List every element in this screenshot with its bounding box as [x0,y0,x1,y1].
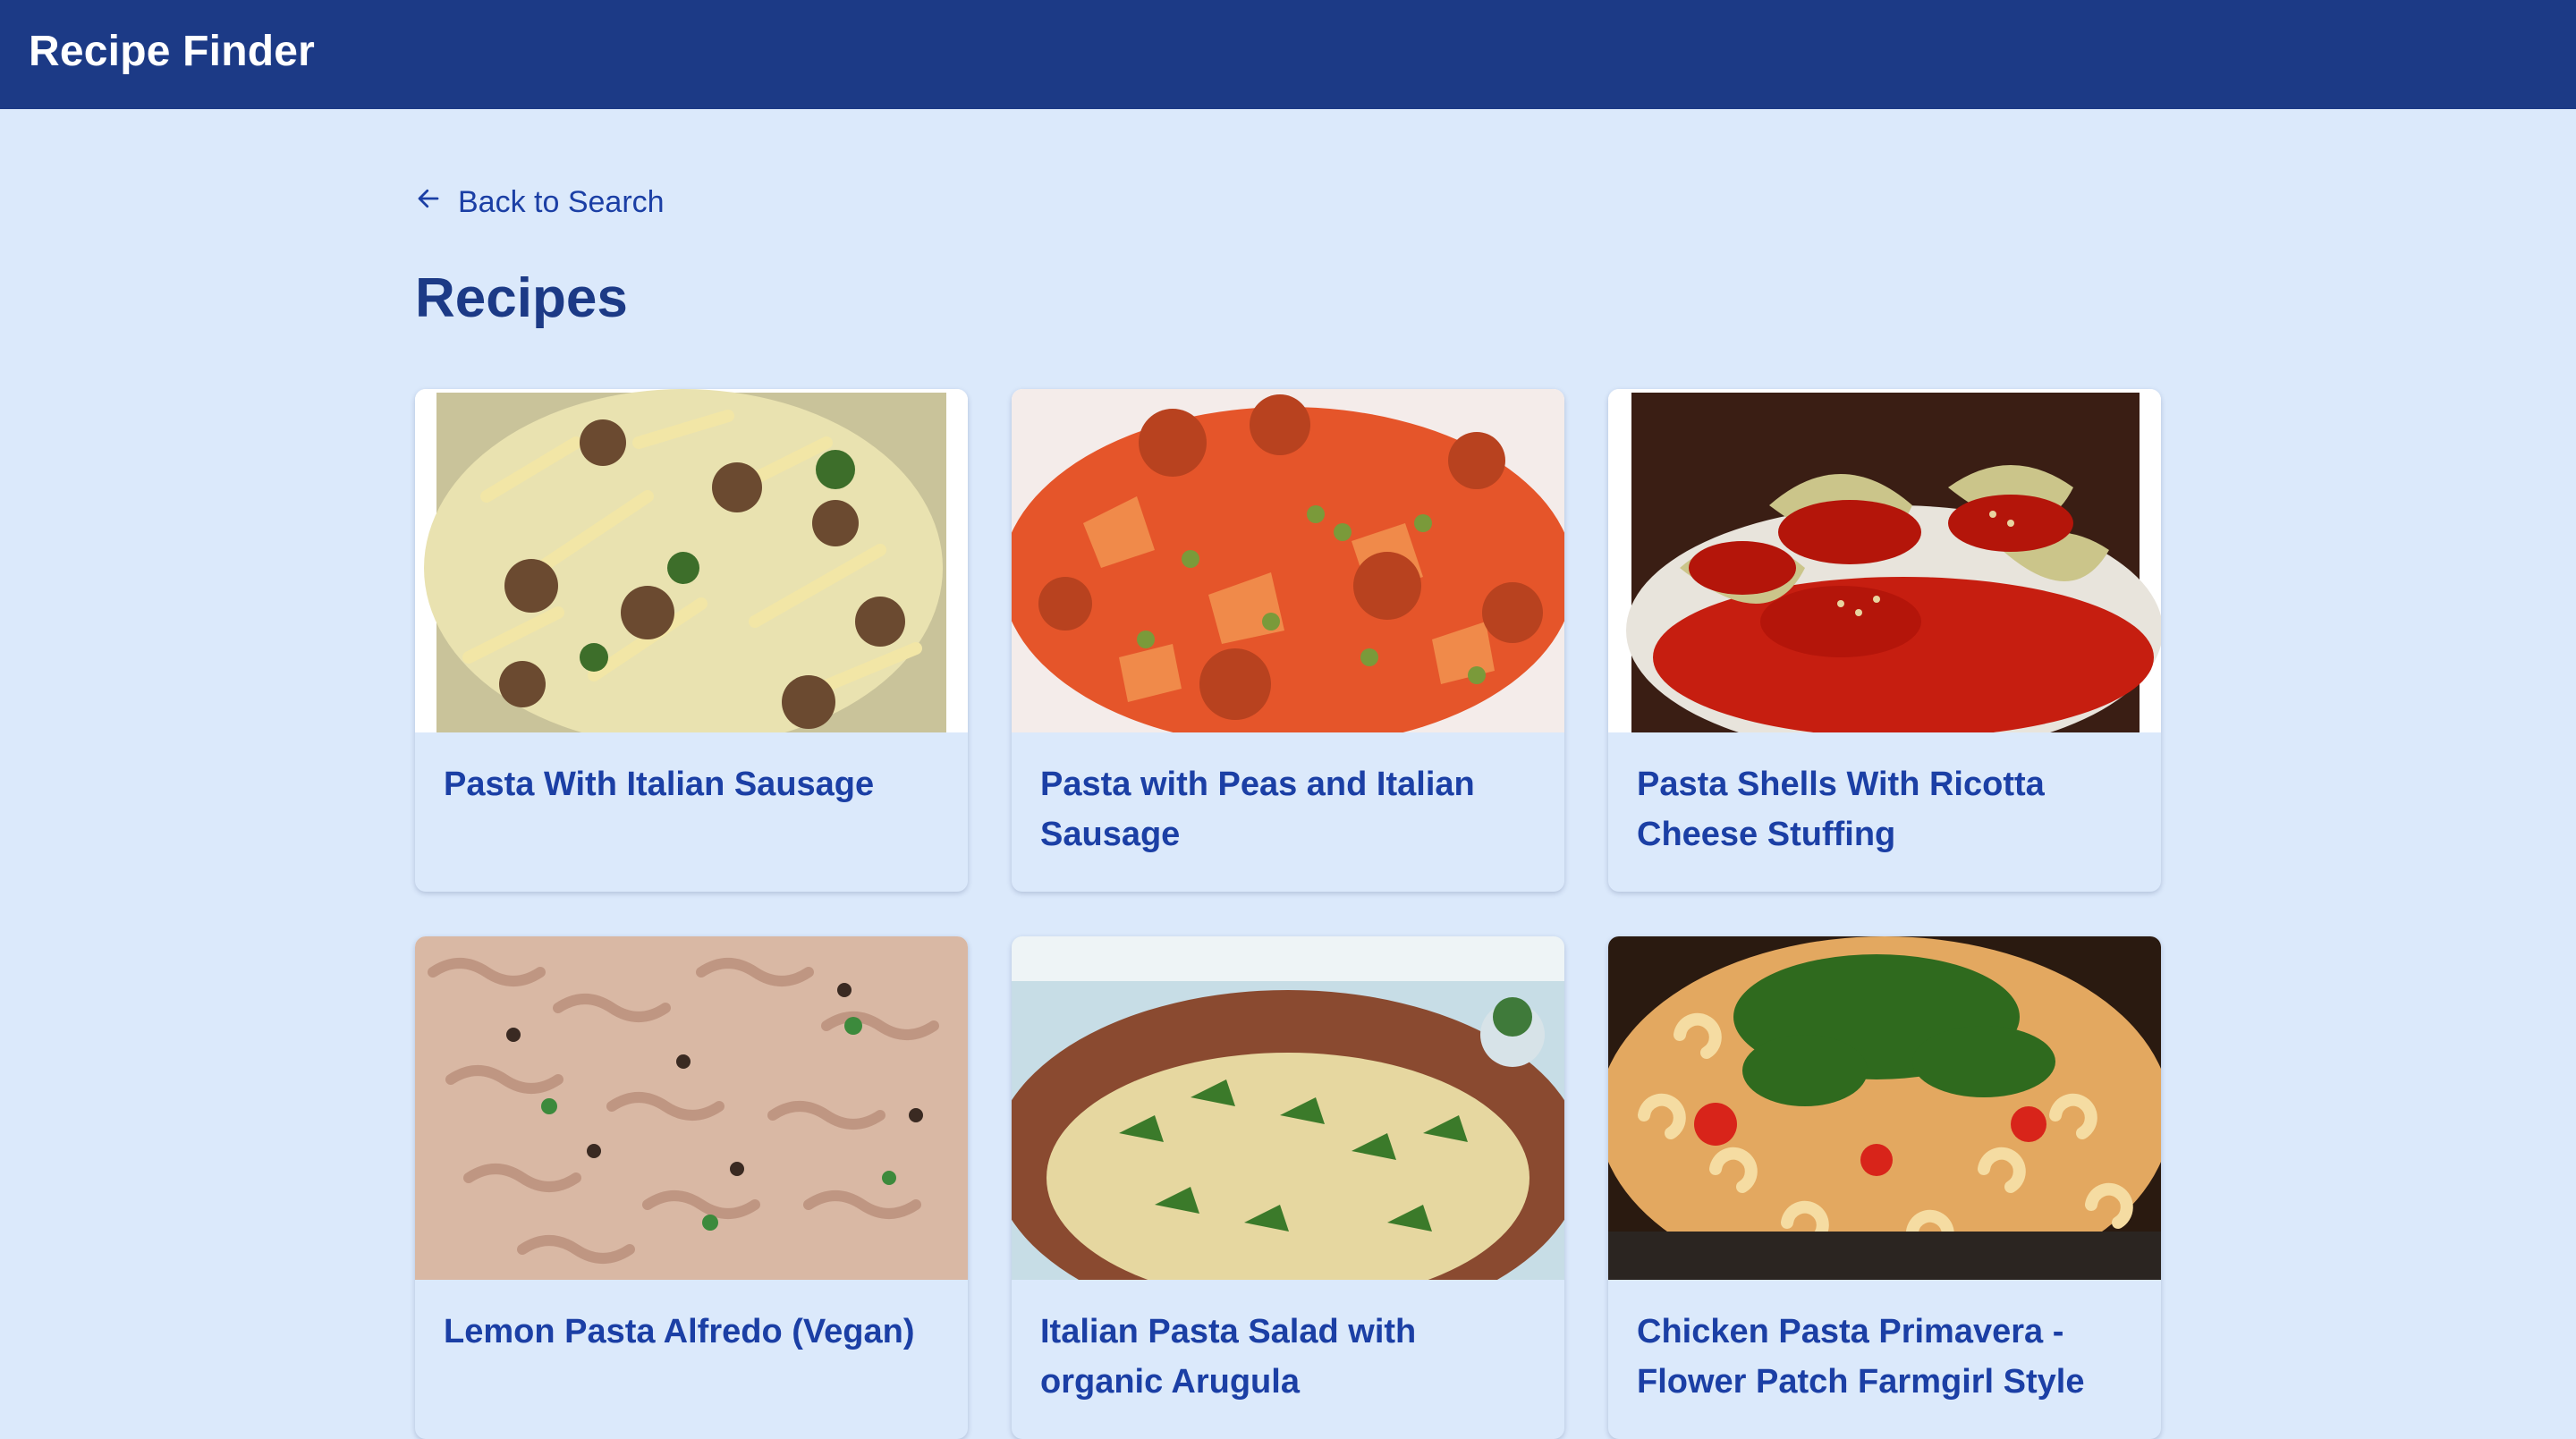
app-title: Recipe Finder [29,28,316,75]
recipe-title: Chicken Pasta Primavera - Flower Patch F… [1637,1313,2085,1401]
recipe-image [1608,389,2161,732]
recipe-card[interactable]: Lemon Pasta Alfredo (Vegan) [415,936,968,1439]
recipe-title: Pasta Shells With Ricotta Cheese Stuffin… [1637,766,2045,853]
recipe-card[interactable]: Chicken Pasta Primavera - Flower Patch F… [1608,936,2161,1439]
recipe-image [415,389,968,732]
recipe-title: Pasta With Italian Sausage [444,766,875,803]
recipe-image [1608,936,2161,1280]
recipe-card[interactable]: Pasta With Italian Sausage [415,389,968,892]
recipe-title: Italian Pasta Salad with organic Arugula [1040,1313,1417,1401]
recipe-title: Pasta with Peas and Italian Sausage [1040,766,1475,853]
recipe-image [1012,389,1564,732]
recipe-image [415,936,968,1280]
recipe-card[interactable]: Pasta Shells With Ricotta Cheese Stuffin… [1608,389,2161,892]
top-bar: Recipe Finder [0,0,2576,109]
recipe-card[interactable]: Italian Pasta Salad with organic Arugula [1012,936,1564,1439]
recipe-image [1012,936,1564,1280]
recipe-card[interactable]: Pasta with Peas and Italian Sausage [1012,389,1564,892]
page-title: Recipes [415,267,628,329]
recipe-title: Lemon Pasta Alfredo (Vegan) [444,1313,915,1350]
back-to-search-label: Back to Search [458,184,665,219]
back-to-search-link[interactable]: Back to Search [415,181,665,224]
arrow-left-icon [415,185,442,220]
